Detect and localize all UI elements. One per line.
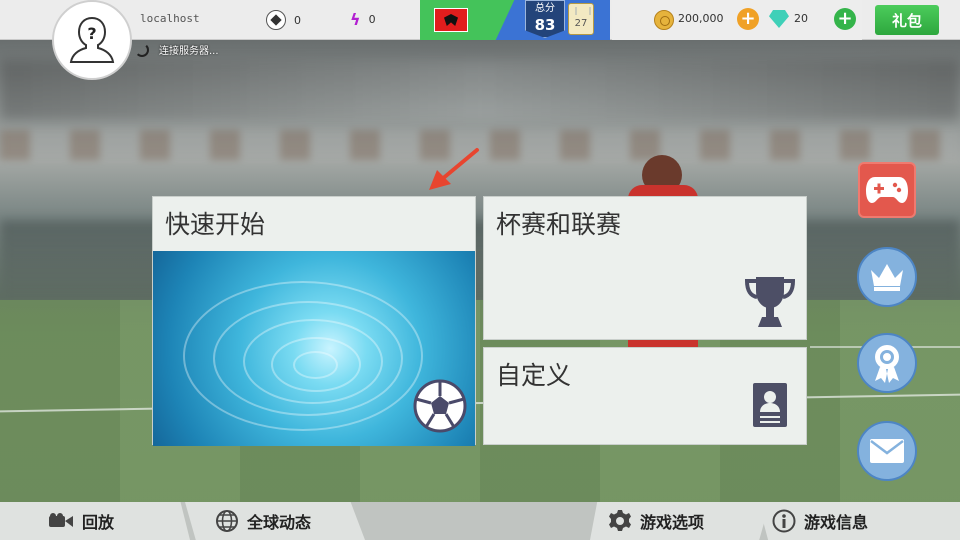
rating-value: 83	[534, 16, 556, 34]
ball-icon	[266, 10, 286, 30]
achievements-button[interactable]	[857, 333, 917, 393]
game-info-tab[interactable]: 游戏信息	[758, 502, 960, 540]
gem-icon	[769, 10, 789, 28]
add-gems-button[interactable]: +	[834, 8, 856, 30]
gamepad-button[interactable]	[858, 162, 916, 218]
globe-icon	[216, 510, 238, 532]
energy-stat: ϟ 0	[350, 10, 376, 29]
game-options-tab[interactable]: 游戏选项	[590, 502, 770, 540]
swirl-artwork	[153, 251, 475, 446]
quick-start-tile[interactable]: 快速开始	[152, 196, 476, 446]
coin-count: 200,000	[678, 12, 724, 25]
albania-flag-icon	[434, 8, 468, 32]
top-bar: localhost 0 ϟ 0 总分 83 27 200,000 + 20 + …	[0, 0, 960, 40]
game-options-label: 游戏选项	[640, 513, 705, 532]
team-rating-badge: 总分 83	[525, 0, 565, 38]
coin-icon	[654, 10, 674, 30]
add-coins-button[interactable]: +	[737, 8, 759, 30]
custom-tile[interactable]: 自定义	[483, 347, 807, 445]
global-news-label: 全球动态	[247, 513, 312, 532]
card-value: 27	[574, 18, 588, 29]
gear-icon	[609, 510, 631, 531]
award-ribbon-icon	[875, 345, 899, 383]
ranking-button[interactable]	[857, 247, 917, 307]
crown-icon	[871, 264, 903, 291]
cups-leagues-title: 杯赛和联赛	[496, 210, 622, 239]
balls-count: 0	[294, 13, 301, 27]
unknown-user-icon: ?	[69, 16, 115, 63]
game-info-label: 游戏信息	[804, 513, 869, 532]
trophy-icon	[744, 277, 796, 327]
username: localhost	[140, 12, 200, 25]
global-news-tab[interactable]: 全球动态	[185, 502, 365, 540]
quick-start-title: 快速开始	[165, 210, 266, 239]
svg-text:?: ?	[87, 24, 96, 43]
stadium-background	[0, 0, 960, 540]
currency-bar: 200,000 + 20 +	[612, 0, 862, 40]
video-camera-icon	[49, 513, 73, 527]
gem-count: 20	[794, 12, 808, 25]
player-card-badge: 27	[568, 3, 594, 35]
id-card-icon	[753, 383, 787, 427]
soccer-ball-icon	[413, 379, 467, 433]
replay-tab[interactable]: 回放	[0, 502, 190, 540]
avatar[interactable]: ?	[52, 0, 132, 80]
gamepad-icon	[866, 177, 908, 203]
envelope-icon	[870, 439, 904, 463]
connection-status: 连接服务器...	[135, 42, 219, 57]
gift-pack-button[interactable]: 礼包	[875, 5, 939, 35]
info-icon	[772, 509, 796, 533]
balls-stat: 0	[266, 10, 301, 30]
connecting-text: 连接服务器...	[159, 46, 219, 57]
bottom-nav: 回放 全球动态 游戏选项 游戏信息	[0, 502, 960, 540]
cups-and-leagues-tile[interactable]: 杯赛和联赛	[483, 196, 807, 340]
pointer-arrow-icon	[429, 148, 479, 190]
mail-button[interactable]	[857, 421, 917, 481]
rating-label: 总分	[535, 3, 555, 14]
replay-label: 回放	[82, 513, 115, 532]
custom-title: 自定义	[496, 361, 572, 390]
loading-spinner-icon	[135, 42, 149, 57]
lightning-icon: ϟ	[350, 10, 361, 29]
energy-count: 0	[368, 13, 376, 26]
